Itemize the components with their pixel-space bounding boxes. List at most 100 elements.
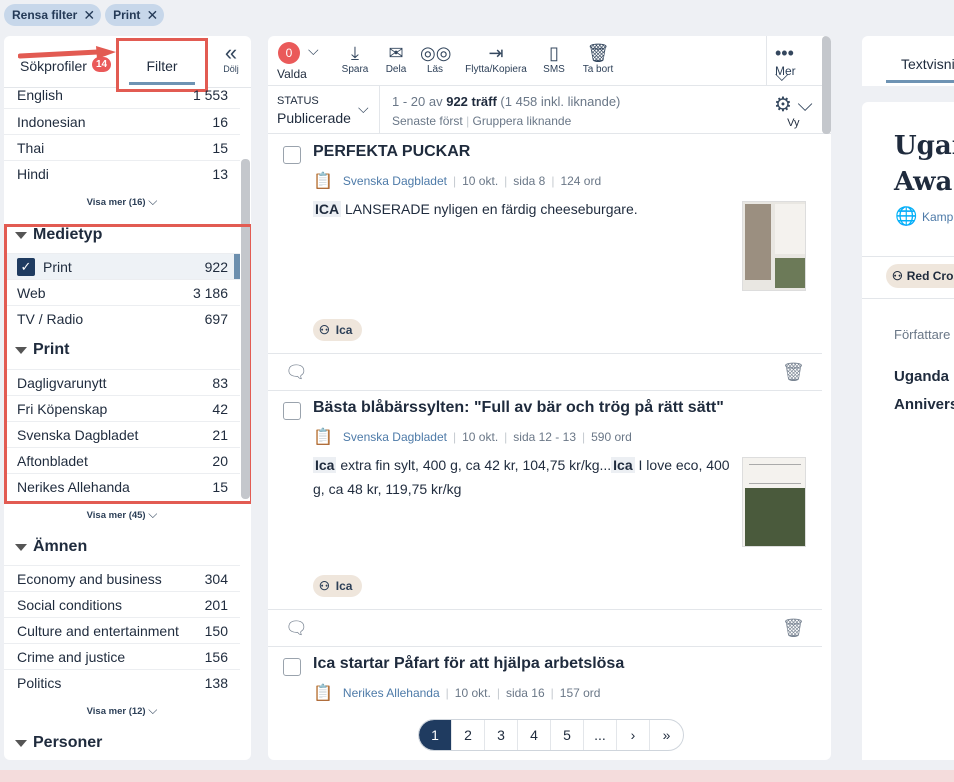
article-title[interactable]: Bästa blåbärssylten: "Full av bär och tr… (313, 399, 724, 417)
read-label: Läs (426, 64, 444, 75)
page-3[interactable]: 3 (485, 720, 518, 750)
article-source[interactable]: Svenska Dagbladet (343, 174, 447, 188)
comment-icon[interactable]: 🗨 (285, 618, 308, 639)
hide-panel-button[interactable]: « Dölj (216, 42, 246, 75)
filter-item[interactable]: Web 3 186 (4, 279, 240, 305)
close-icon[interactable]: ✕ (146, 7, 158, 24)
last-page-icon[interactable]: » (650, 720, 683, 750)
selected-indicator (234, 254, 240, 280)
tab-filter-label: Filter (146, 58, 178, 74)
article-page: sida 12 - 13 (513, 430, 576, 444)
filter-item[interactable]: Dagligvarunytt 83 (4, 369, 240, 395)
filter-item[interactable]: TV / Radio 697 (4, 305, 240, 331)
filter-item-print[interactable]: ✓ Print 922 (4, 253, 240, 280)
trash-icon[interactable]: 🗑 (782, 618, 805, 639)
close-icon[interactable]: ✕ (83, 7, 95, 24)
article-thumbnail[interactable] (742, 457, 806, 547)
page-ellipsis[interactable]: ... (584, 720, 617, 750)
filter-item[interactable]: Svenska Dagbladet 21 (4, 421, 240, 447)
filter-item-label: Indonesian (17, 113, 86, 130)
article-page: sida 16 (505, 686, 545, 700)
filter-item[interactable]: English 1 553 (4, 82, 240, 108)
status-value: Publicerade (277, 110, 351, 126)
article-checkbox[interactable] (283, 146, 301, 164)
filter-item-count: 150 (204, 622, 228, 639)
show-more-languages[interactable]: Visa mer (16) ⌵ (4, 194, 240, 209)
filter-item[interactable]: Hindi 13 (4, 160, 240, 186)
delete-label: Ta bort (582, 64, 614, 75)
article-actions: 🗨 🗑 (268, 609, 822, 647)
share-button[interactable]: ✉ Dela (381, 42, 411, 75)
page-5[interactable]: 5 (551, 720, 584, 750)
page-4[interactable]: 4 (518, 720, 551, 750)
section-medietyp[interactable]: Medietyp (15, 226, 102, 244)
comment-icon[interactable]: 🗨 (285, 362, 308, 383)
checkbox-checked-icon[interactable]: ✓ (17, 257, 35, 276)
more-button[interactable]: ••• ⌵ Mer (766, 36, 821, 86)
article-checkbox[interactable] (283, 402, 301, 420)
tag-chip[interactable]: ⚇Red Cros (886, 264, 954, 288)
tab-textvisning[interactable]: Textvisning (901, 56, 954, 72)
tag-chip[interactable]: ⚇ Ica (313, 319, 363, 341)
sort-link[interactable]: Senaste först (392, 114, 463, 128)
chevron-down-icon: ⌵ (148, 194, 158, 208)
next-page-icon[interactable]: › (617, 720, 650, 750)
section-title: Ämnen (33, 538, 88, 555)
scrollbar-thumb[interactable] (822, 36, 831, 134)
status-dropdown[interactable]: STATUS Publicerade ⌵ (268, 86, 380, 134)
article-source[interactable]: Svenska Dagbladet (343, 430, 447, 444)
show-more-amnen[interactable]: Visa mer (12) ⌵ (4, 703, 240, 718)
chip-rensa-filter[interactable]: Rensa filter ✕ (4, 4, 102, 26)
collapse-triangle-icon (15, 543, 27, 551)
delete-button[interactable]: 🗑 Ta bort (580, 42, 616, 75)
read-button[interactable]: ◎◎ Läs (420, 42, 451, 75)
filter-panel: Sökprofiler 14 Filter « Dölj English 1 55… (4, 36, 251, 760)
save-button[interactable]: ⤓ Spara (340, 42, 370, 75)
filter-item[interactable]: Social conditions 201 (4, 591, 240, 617)
article-title[interactable]: PERFEKTA PUCKAR (313, 143, 470, 161)
filter-item-count: 20 (212, 452, 228, 469)
filter-item[interactable]: Culture and entertainment 150 (4, 617, 240, 643)
scrollbar-thumb[interactable] (241, 159, 250, 499)
filter-item-label: English (17, 87, 63, 103)
page-1[interactable]: 1 (419, 720, 452, 750)
tag-chip[interactable]: ⚇ Ica (313, 575, 363, 597)
view-button[interactable]: ⚙ ⌵ Vy (774, 92, 813, 129)
source-link[interactable]: Kamp (922, 210, 953, 224)
filter-item-label: Fri Köpenskap (17, 400, 108, 417)
status-bar: STATUS Publicerade ⌵ 1 - 20 av 922 träff… (268, 86, 831, 134)
filter-item[interactable]: Thai 15 (4, 134, 240, 160)
chip-label: Rensa filter (12, 8, 78, 22)
group-similar-link[interactable]: Gruppera liknande (473, 114, 572, 128)
filter-item[interactable]: Aftonbladet 20 (4, 447, 240, 473)
article-item: Bästa blåbärssylten: "Full av bär och tr… (268, 391, 822, 609)
filter-item-label: Thai (17, 139, 45, 156)
filter-item[interactable]: Nerikes Allehanda 15 (4, 473, 240, 499)
show-more-print[interactable]: Visa mer (45) ⌵ (4, 507, 240, 522)
results-panel: 0 ⌵ Valda ⤓ Spara ✉ Dela ◎◎ Läs ⇥ Flytta/Kop… (268, 36, 831, 760)
move-copy-button[interactable]: ⇥ Flytta/Kopiera (461, 42, 531, 75)
filter-item[interactable]: Indonesian 16 (4, 108, 240, 134)
article-title[interactable]: Ica startar Påfart för att hjälpa arbets… (313, 655, 624, 673)
reader-tabs: Textvisning (862, 36, 954, 86)
filter-item[interactable]: Economy and business 304 (4, 565, 240, 591)
section-amnen[interactable]: Ämnen (15, 538, 87, 556)
article-date: 10 okt. (462, 174, 499, 188)
chip-label: Print (113, 8, 141, 22)
article-heading: Ugan Awa (894, 128, 954, 200)
filter-item-count: 138 (204, 674, 228, 691)
filter-item[interactable]: Politics 138 (4, 669, 240, 695)
trash-icon[interactable]: 🗑 (782, 362, 805, 383)
hide-panel-label: Dölj (223, 64, 239, 74)
page-2[interactable]: 2 (452, 720, 485, 750)
filter-item[interactable]: Fri Köpenskap 42 (4, 395, 240, 421)
article-source[interactable]: Nerikes Allehanda (343, 686, 440, 700)
article-thumbnail[interactable] (742, 201, 806, 291)
section-personer[interactable]: Personer (15, 734, 102, 752)
section-print[interactable]: Print (15, 341, 69, 359)
sms-button[interactable]: ▯ SMS (539, 42, 569, 75)
filter-item[interactable]: Crime and justice 156 (4, 643, 240, 669)
chip-print[interactable]: Print ✕ (105, 4, 165, 26)
article-checkbox[interactable] (283, 658, 301, 676)
pagination: 1 2 3 4 5 ... › » (418, 719, 684, 751)
